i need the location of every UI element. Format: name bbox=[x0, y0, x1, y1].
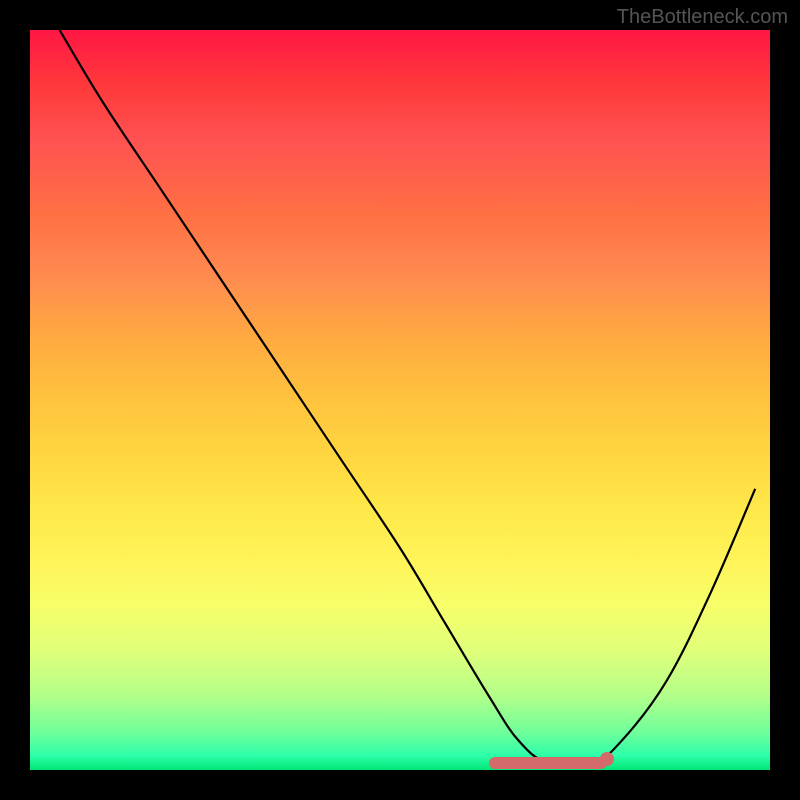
bottleneck-curve bbox=[60, 30, 756, 766]
watermark-text: TheBottleneck.com bbox=[617, 6, 788, 29]
curve-layer bbox=[30, 30, 770, 770]
optimal-range-band bbox=[489, 757, 607, 769]
optimal-point-dot bbox=[600, 752, 614, 766]
plot-area bbox=[30, 30, 770, 770]
